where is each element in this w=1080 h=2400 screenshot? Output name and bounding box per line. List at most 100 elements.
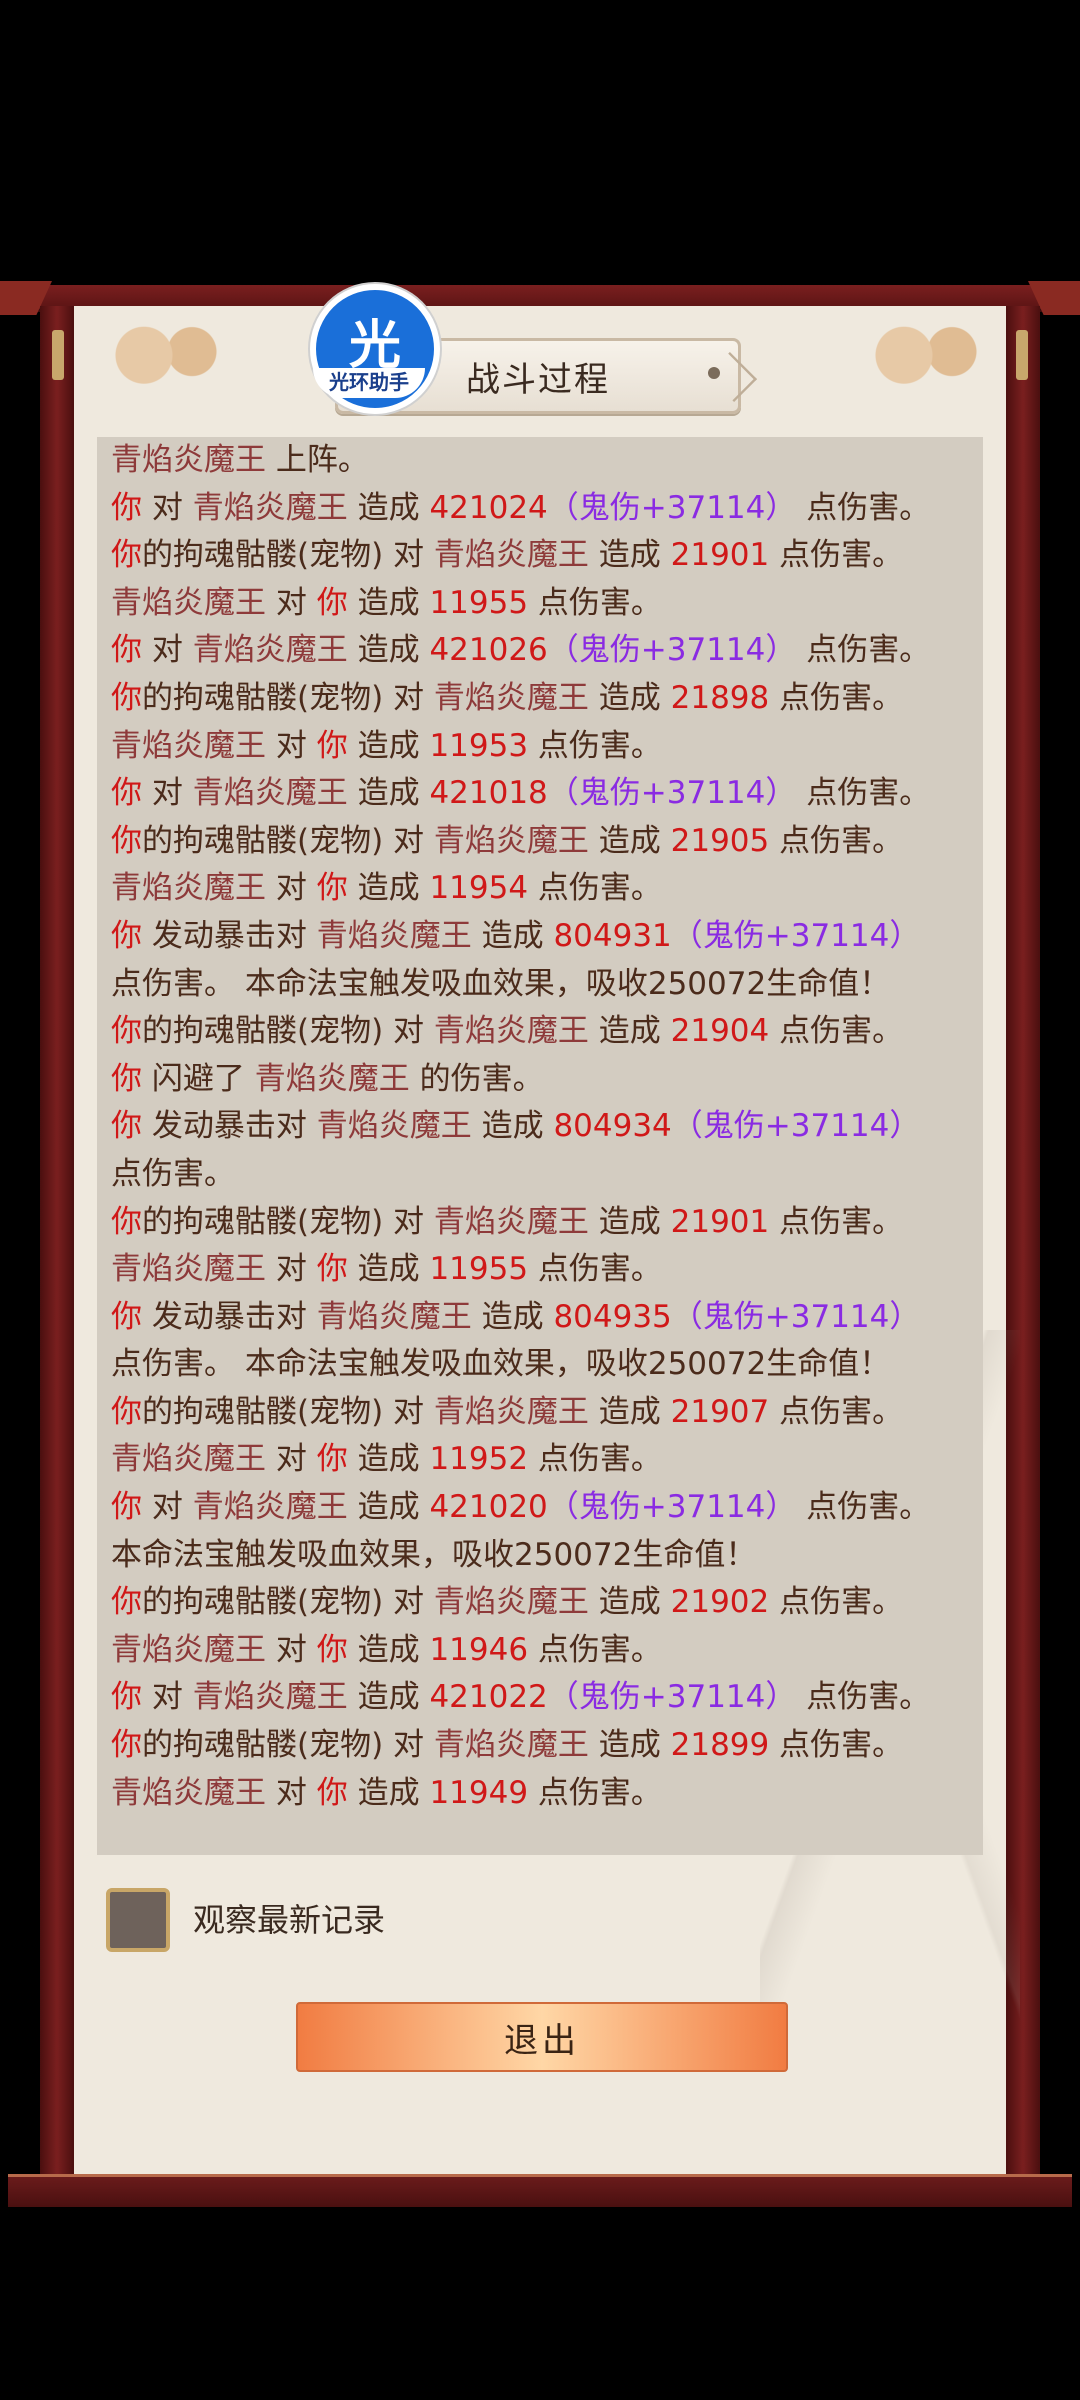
log-segment-enemy: 青焰炎魔王 xyxy=(111,1774,266,1811)
log-segment-txt: 发动暴击对 xyxy=(142,917,317,954)
log-segment-dmg: 11946 xyxy=(429,1631,529,1668)
log-segment-dmg: 421020 xyxy=(429,1489,548,1526)
lantern-icon xyxy=(52,330,64,380)
log-segment-enemy: 青焰炎魔王 xyxy=(433,822,589,859)
log-segment-txt: 造成 xyxy=(588,1727,671,1764)
log-segment-dmg: 804935 xyxy=(553,1298,672,1335)
log-segment-self: 你 xyxy=(316,584,348,621)
page-title: 战斗过程 xyxy=(466,359,610,400)
log-line: 青焰炎魔王 对 你 造成 11954 点伤害。 xyxy=(97,865,983,913)
log-segment-ghost: （鬼伤+37114） xyxy=(671,1108,921,1145)
log-segment-enemy: 青焰炎魔王 xyxy=(192,489,348,526)
log-segment-txt: 造成 xyxy=(588,679,671,716)
log-segment-self: 你 xyxy=(111,1679,142,1716)
log-segment-txt: 点伤害。 本命法宝触发吸血效果，吸收250072生命值！ xyxy=(111,1346,891,1383)
log-line: 点伤害。 xyxy=(97,1151,983,1199)
log-segment-txt: 对 xyxy=(266,1631,317,1668)
log-segment-dmg: 21898 xyxy=(670,679,770,716)
log-segment-txt: 对 xyxy=(142,1489,193,1526)
log-segment-txt: 点伤害。 xyxy=(528,727,662,764)
cloud-ornament-left xyxy=(80,312,240,384)
log-segment-self: 你 xyxy=(316,1774,348,1811)
log-segment-enemy: 青焰炎魔王 xyxy=(111,870,266,907)
log-line: 点伤害。 本命法宝触发吸血效果，吸收250072生命值！ xyxy=(97,1341,983,1389)
log-segment-txt: 对 xyxy=(266,584,317,621)
log-segment-txt: 造成 xyxy=(588,1203,671,1240)
log-segment-ghost: （鬼伤+37114） xyxy=(547,1489,797,1526)
log-segment-self: 你 xyxy=(111,1060,142,1097)
watch-latest-checkbox[interactable] xyxy=(106,1888,170,1952)
frame-bottom-bar xyxy=(8,2174,1072,2207)
log-segment-dmg: 21901 xyxy=(670,537,770,574)
log-segment-enemy: 青焰炎魔王 xyxy=(433,1203,589,1240)
log-segment-enemy: 青焰炎魔王 xyxy=(433,1013,589,1050)
log-segment-self: 你 xyxy=(111,917,142,954)
log-line: 青焰炎魔王 对 你 造成 11955 点伤害。 xyxy=(97,1246,983,1294)
log-segment-self: 你 xyxy=(111,822,142,859)
log-line: 你 对 青焰炎魔王 造成 421018（鬼伤+37114） 点伤害。 xyxy=(97,770,983,818)
log-segment-txt: 的拘魂骷髅(宠物) 对 xyxy=(142,1727,434,1764)
log-segment-self: 你 xyxy=(111,1108,142,1145)
log-segment-ghost: （鬼伤+37114） xyxy=(547,489,797,526)
log-line: 你的拘魂骷髅(宠物) 对 青焰炎魔王 造成 21899 点伤害。 xyxy=(97,1722,983,1770)
log-segment-txt: 造成 xyxy=(588,822,671,859)
log-segment-txt: 点伤害。 xyxy=(769,822,904,859)
log-line: 青焰炎魔王 对 你 造成 11953 点伤害。 xyxy=(97,723,983,771)
log-segment-self: 你 xyxy=(111,537,142,574)
log-line: 你 发动暴击对 青焰炎魔王 造成 804931（鬼伤+37114） xyxy=(97,913,983,961)
log-segment-ghost: （鬼伤+37114） xyxy=(547,775,797,812)
watch-latest-label: 观察最新记录 xyxy=(193,1901,386,1939)
log-line: 你的拘魂骷髅(宠物) 对 青焰炎魔王 造成 21902 点伤害。 xyxy=(97,1579,983,1627)
log-segment-txt: 点伤害。 xyxy=(528,1251,662,1288)
log-segment-txt: 造成 xyxy=(347,727,430,764)
log-segment-txt: 发动暴击对 xyxy=(142,1298,317,1335)
log-segment-enemy: 青焰炎魔王 xyxy=(433,1584,589,1621)
log-segment-self: 你 xyxy=(111,632,142,669)
log-segment-txt: 点伤害。 xyxy=(769,1013,904,1050)
log-segment-dmg: 21901 xyxy=(670,1203,770,1240)
log-segment-txt: 对 xyxy=(266,1251,317,1288)
log-segment-txt: 的拘魂骷髅(宠物) 对 xyxy=(142,1584,434,1621)
log-segment-txt: 对 xyxy=(266,1441,317,1478)
log-segment-txt: 对 xyxy=(266,727,317,764)
log-segment-dmg: 21902 xyxy=(670,1584,770,1621)
log-segment-enemy: 青焰炎魔王 xyxy=(433,537,589,574)
log-line: 本命法宝触发吸血效果，吸收250072生命值！ xyxy=(97,1532,983,1580)
log-segment-txt: 点伤害。 xyxy=(769,1584,904,1621)
log-segment-txt: 造成 xyxy=(347,1774,430,1811)
log-segment-dmg: 421024 xyxy=(429,489,548,526)
exit-button[interactable]: 退出 xyxy=(296,2002,788,2072)
log-segment-txt: 对 xyxy=(266,870,317,907)
log-segment-enemy: 青焰炎魔王 xyxy=(111,1441,266,1478)
log-segment-txt: 对 xyxy=(142,1679,193,1716)
log-segment-txt: 发动暴击对 xyxy=(142,1108,317,1145)
log-segment-txt: 造成 xyxy=(347,632,430,669)
log-segment-enemy: 青焰炎魔王 xyxy=(433,1727,589,1764)
log-segment-txt: 造成 xyxy=(347,1251,430,1288)
log-segment-enemy: 青焰炎魔王 xyxy=(111,727,266,764)
log-segment-self: 你 xyxy=(111,1298,142,1335)
log-segment-txt: 点伤害。 xyxy=(796,632,931,669)
log-segment-dmg: 11952 xyxy=(429,1441,529,1478)
log-segment-enemy: 青焰炎魔王 xyxy=(111,442,266,478)
log-segment-txt: 对 xyxy=(142,775,193,812)
log-segment-txt: 造成 xyxy=(347,775,430,812)
log-segment-txt: 点伤害。 本命法宝触发吸血效果，吸收250072生命值！ xyxy=(111,965,891,1002)
log-segment-txt: 闪避了 xyxy=(142,1060,255,1097)
log-segment-dmg: 11955 xyxy=(429,584,529,621)
frame-rail-right xyxy=(1006,306,1040,2184)
log-segment-dmg: 804934 xyxy=(553,1108,672,1145)
log-segment-dmg: 804931 xyxy=(553,917,672,954)
log-segment-txt: 造成 xyxy=(347,1489,430,1526)
lantern-icon xyxy=(1016,330,1028,380)
log-segment-txt: 的拘魂骷髅(宠物) 对 xyxy=(142,1393,434,1430)
log-segment-enemy: 青焰炎魔王 xyxy=(316,917,472,954)
log-segment-self: 你 xyxy=(316,1441,348,1478)
log-segment-txt: 点伤害。 xyxy=(796,489,931,526)
log-line: 你 发动暴击对 青焰炎魔王 造成 804935（鬼伤+37114） xyxy=(97,1294,983,1342)
log-segment-dmg: 11949 xyxy=(429,1774,529,1811)
log-segment-self: 你 xyxy=(316,1251,348,1288)
log-segment-txt: 造成 xyxy=(347,1631,430,1668)
battle-log-list[interactable]: 青焰炎魔王 上阵。你 对 青焰炎魔王 造成 421024（鬼伤+37114） 点… xyxy=(97,437,983,1855)
log-segment-txt: 造成 xyxy=(588,537,671,574)
